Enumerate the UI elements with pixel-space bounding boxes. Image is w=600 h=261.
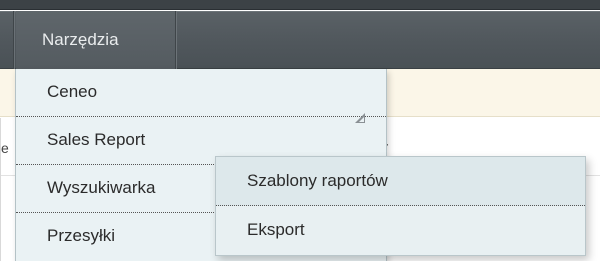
page-text-fragment-left: e xyxy=(1,140,9,156)
top-strip xyxy=(0,0,600,10)
submenu-item-label: Szablony raportów xyxy=(247,171,388,190)
submenu-item-label: Eksport xyxy=(247,220,305,239)
menu-item-ceneo[interactable]: Ceneo xyxy=(16,69,386,117)
submenu-item-szablony-raportow[interactable]: Szablony raportów xyxy=(216,157,585,206)
menu-item-label: Wyszukiwarka xyxy=(47,178,156,197)
menu-item-label: Przesyłki xyxy=(47,226,116,245)
menu-item-label: Sales Report xyxy=(47,130,146,149)
nav-separator xyxy=(13,11,15,69)
submenu-item-eksport[interactable]: Eksport xyxy=(216,206,585,255)
sales-report-submenu: Szablony raportów Eksport xyxy=(215,156,586,256)
resize-grip-icon-cutout xyxy=(359,117,364,122)
nav-item-narzedzia[interactable]: Narzędzia xyxy=(16,11,176,69)
menu-item-label: Ceneo xyxy=(47,82,98,101)
